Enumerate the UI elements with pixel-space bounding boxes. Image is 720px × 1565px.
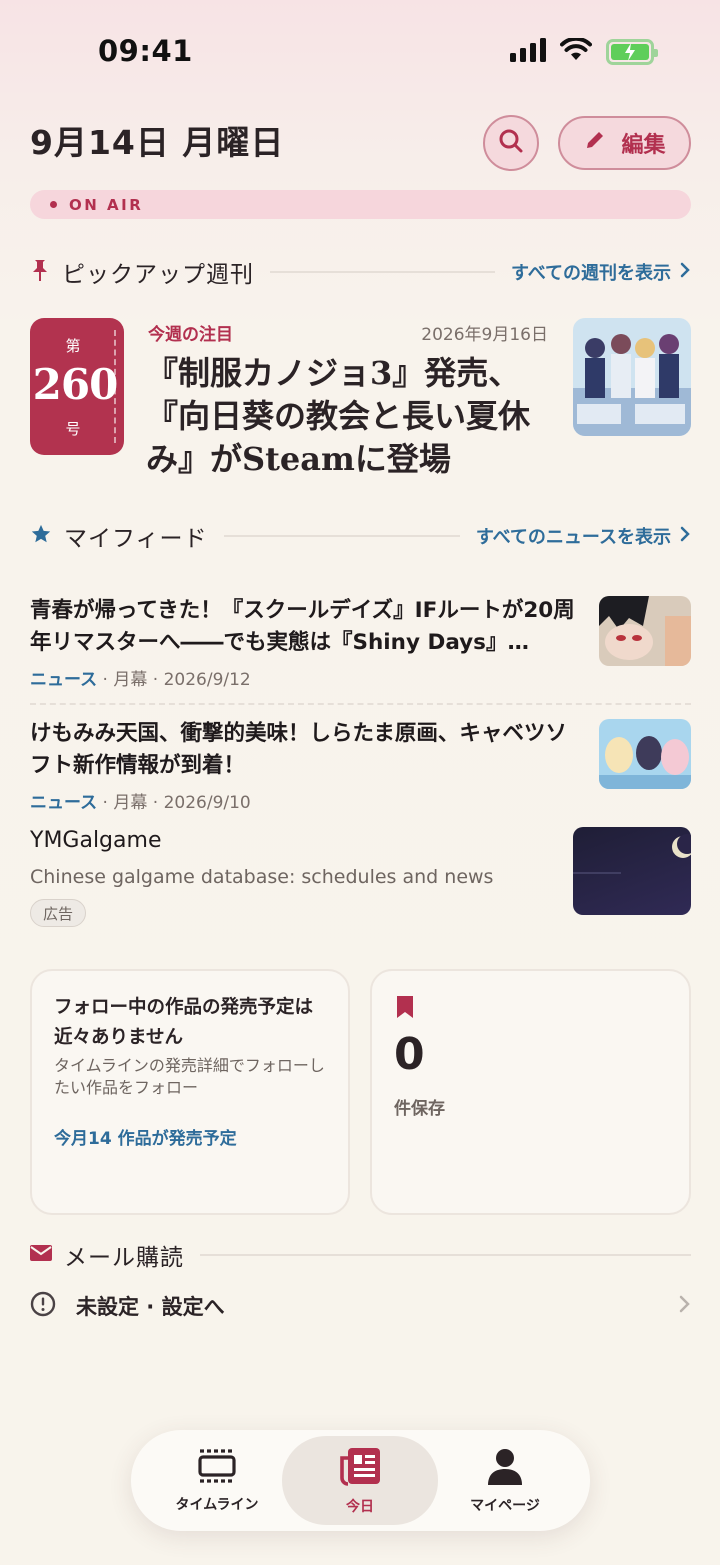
monthly-releases-link[interactable]: 今月14 作品が発売予定 — [54, 1124, 237, 1149]
newspaper-icon — [338, 1446, 382, 1490]
bottom-tab-bar: タイムライン 今日 マイページ — [131, 1430, 590, 1531]
alert-circle-icon — [30, 1291, 56, 1321]
mail-section-header: メール購読 — [30, 1240, 691, 1271]
tab-today[interactable]: 今日 — [282, 1436, 438, 1525]
section-divider — [200, 1254, 691, 1256]
ad-thumbnail[interactable] — [573, 827, 691, 915]
tab-timeline[interactable]: タイムライン — [139, 1436, 295, 1525]
news-item[interactable]: 青春が帰ってきた！『スクールデイズ』IFルートが20周年リマスターへ――でも実態… — [30, 595, 691, 690]
section-divider — [270, 271, 495, 273]
person-icon — [485, 1447, 525, 1489]
saved-items-card[interactable]: 0 件保存 — [370, 969, 691, 1215]
on-air-banner: ON AIR — [30, 190, 691, 219]
pickup-section-title: ピックアップ週刊 — [62, 262, 254, 288]
pickup-thumbnail[interactable] — [573, 318, 691, 436]
search-icon — [498, 128, 524, 158]
timeline-icon — [193, 1448, 241, 1488]
mail-settings-row[interactable]: 未設定 · 設定へ — [30, 1288, 691, 1324]
ad-title[interactable]: YMGalgame — [30, 828, 161, 853]
see-all-news-link[interactable]: すべてのニュースを表示 — [476, 523, 691, 549]
status-time: 09:41 — [98, 34, 193, 68]
saved-count: 0 — [394, 1029, 425, 1080]
news-divider — [30, 703, 691, 705]
mail-status-label: 未設定 · 設定へ — [76, 1295, 225, 1319]
live-dot-icon — [50, 201, 57, 208]
news-thumbnail — [599, 719, 691, 789]
edit-button[interactable]: 編集 — [558, 116, 691, 170]
pickup-section-header: ピックアップ週刊 すべての週刊を表示 — [30, 257, 691, 288]
see-all-news-label: すべてのニュースを表示 — [475, 527, 671, 548]
pickup-label: 今週の注目 — [148, 325, 233, 345]
issue-number: 260 — [32, 360, 119, 409]
page-title-date: 9月14日 月曜日 — [30, 123, 285, 162]
envelope-icon — [30, 1244, 52, 1266]
tab-label: 今日 — [346, 1498, 374, 1515]
edit-button-label: 編集 — [621, 133, 666, 158]
battery-icon — [606, 39, 658, 65]
issue-badge[interactable]: 第 260 号 — [30, 318, 124, 455]
see-all-weekly-label: すべての週刊を表示 — [510, 263, 671, 284]
ad-description: Chinese galgame database: schedules and … — [30, 866, 494, 888]
tab-my-page[interactable]: マイページ — [427, 1436, 583, 1525]
search-button[interactable] — [483, 115, 539, 171]
news-thumbnail — [599, 596, 691, 666]
on-air-label: ON AIR — [69, 195, 144, 214]
wifi-icon — [560, 36, 592, 66]
news-category: ニュース — [30, 793, 98, 813]
news-meta: ニュース · 月幕 · 2026/9/10 — [30, 788, 251, 813]
bookmark-icon — [396, 995, 414, 1023]
pickup-date: 2026年9月16日 — [421, 325, 548, 345]
star-icon — [30, 523, 52, 549]
feed-section-header: マイフィード すべてのニュースを表示 — [30, 521, 691, 552]
saved-label: 件保存 — [394, 1099, 445, 1119]
news-item[interactable]: けもみみ天国、衝撃的美味！しらたま原画、キャベツソフト新作情報が到着！ ニュース… — [30, 718, 691, 813]
ad-badge: 広告 — [30, 899, 86, 927]
release-card-title: フォロー中の作品の発売予定は近々ありません — [54, 997, 314, 1048]
see-all-weekly-link[interactable]: すべての週刊を表示 — [511, 259, 691, 285]
news-title: けもみみ天国、衝撃的美味！しらたま原画、キャベツソフト新作情報が到着！ — [30, 721, 567, 778]
status-bar: 09:41 — [0, 0, 720, 100]
issue-suffix: 号 — [65, 420, 81, 438]
issue-prefix: 第 — [65, 337, 81, 355]
status-icons — [510, 36, 658, 66]
release-card-description: タイムラインの発売詳細でフォローしたい作品をフォロー — [54, 1056, 325, 1097]
tab-label: タイムライン — [175, 1496, 259, 1513]
section-divider — [223, 535, 460, 537]
feed-section-title: マイフィード — [64, 526, 208, 552]
pin-icon — [30, 258, 50, 286]
mail-section-title: メール購読 — [64, 1245, 184, 1271]
ticket-perforation — [114, 330, 116, 443]
chevron-right-icon — [677, 1294, 691, 1318]
news-title: 青春が帰ってきた！『スクールデイズ』IFルートが20周年リマスターへ――でも実態… — [30, 598, 575, 655]
news-category: ニュース — [30, 670, 98, 690]
pickup-headline[interactable]: 『制服カノジョ3』発売、『向日葵の教会と長い夏休み』がSteamに登場 — [146, 352, 556, 481]
news-meta: ニュース · 月幕 · 2026/9/12 — [30, 665, 251, 690]
chevron-right-icon — [679, 525, 691, 548]
pencil-icon — [583, 128, 607, 158]
tab-label: マイページ — [470, 1497, 540, 1514]
news-source-date: · 月幕 · 2026/9/10 — [97, 793, 251, 813]
chevron-right-icon — [679, 261, 691, 284]
cellular-signal-icon — [510, 38, 546, 66]
news-source-date: · 月幕 · 2026/9/12 — [97, 670, 251, 690]
release-schedule-card[interactable]: フォロー中の作品の発売予定は近々ありません タイムラインの発売詳細でフォローした… — [30, 969, 350, 1215]
